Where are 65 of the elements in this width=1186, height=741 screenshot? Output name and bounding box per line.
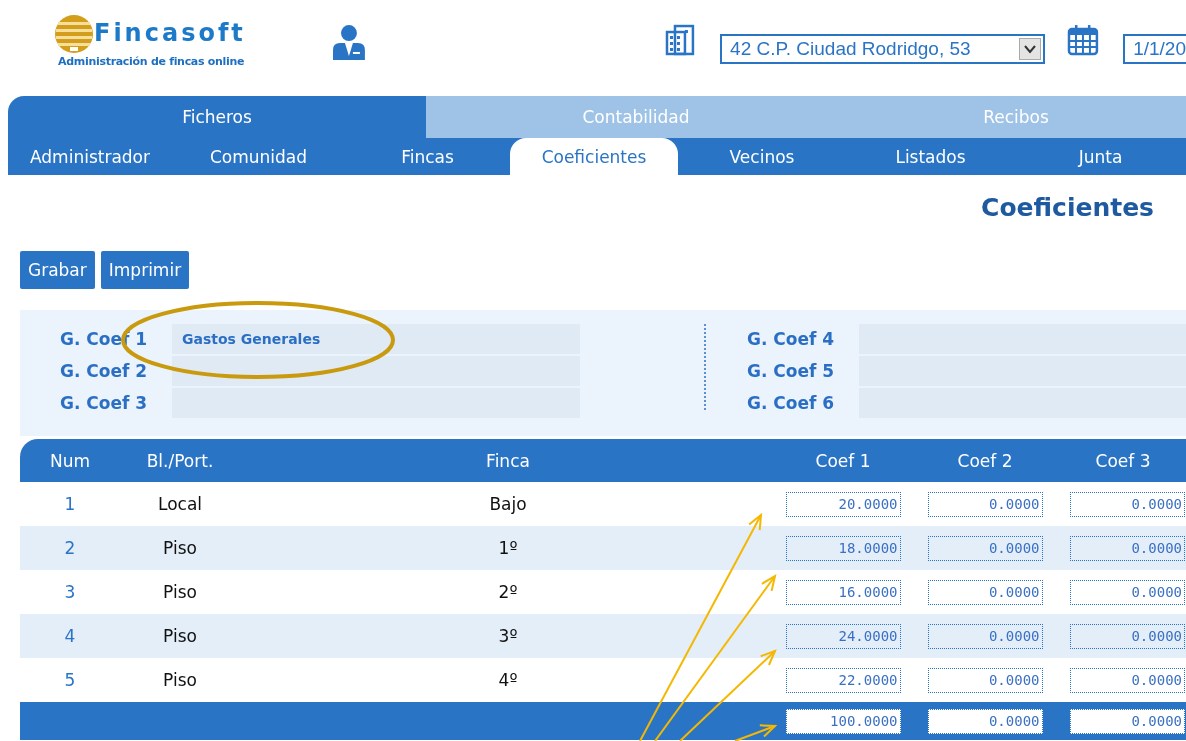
submenu-tab[interactable]: Administrador <box>8 138 172 175</box>
submenu-tab[interactable]: Coeficientes <box>510 138 678 175</box>
coefficient-field[interactable]: 20.0000 <box>785 491 901 517</box>
table-cell: Piso <box>163 670 197 690</box>
group-name-field[interactable]: Gastos Generales <box>172 324 580 354</box>
group-name-field[interactable] <box>172 356 580 386</box>
coefficient-field[interactable]: 0.0000 <box>1070 535 1185 561</box>
coefficient-field[interactable]: 16.0000 <box>785 579 901 605</box>
coefficient-field[interactable]: 0.0000 <box>1070 623 1185 649</box>
date-field[interactable]: 1/1/20 <box>1123 34 1186 64</box>
coefficient-field[interactable]: 0.0000 <box>1070 667 1185 693</box>
table-cell: 2 <box>64 538 76 558</box>
brand-name: Fincasoft <box>94 18 246 48</box>
total-field: 0.0000 <box>927 708 1043 734</box>
table-cell: Local <box>157 494 203 514</box>
coefficient-field[interactable]: 0.0000 <box>927 535 1043 561</box>
group-label: G. Coef 3 <box>60 393 149 413</box>
coefficient-field[interactable]: 0.0000 <box>927 579 1043 605</box>
action-button[interactable]: Grabar <box>20 251 95 289</box>
submenu-tab[interactable]: Comunidad <box>172 138 345 175</box>
caret-icon <box>1019 38 1042 60</box>
table-cell: Piso <box>163 582 197 602</box>
coefficient-field[interactable]: 24.0000 <box>785 623 901 649</box>
total-field: 0.0000 <box>1070 708 1185 734</box>
column-header: Finca <box>485 449 531 473</box>
coefficient-field[interactable]: 22.0000 <box>785 667 901 693</box>
table-cell: Piso <box>163 538 197 558</box>
group-label: G. Coef 4 <box>747 329 836 349</box>
table-cell: Bajo <box>489 494 527 514</box>
submenu-tab[interactable]: Junta <box>1015 138 1186 175</box>
coefficient-field[interactable]: 0.0000 <box>927 491 1043 517</box>
group-label: G. Coef 6 <box>747 393 836 413</box>
column-header: Bl./Port. <box>145 449 215 473</box>
column-header: Coef 2 <box>956 449 1014 473</box>
user-icon[interactable] <box>331 24 368 62</box>
submenu-tab[interactable]: Vecinos <box>678 138 846 175</box>
action-button[interactable]: Imprimir <box>100 251 190 289</box>
building-icon[interactable] <box>665 24 696 56</box>
submenu-tab[interactable]: Fincas <box>345 138 510 175</box>
group-label: G. Coef 5 <box>747 361 836 381</box>
table-cell: 4 <box>64 626 76 646</box>
table-cell: 1 <box>64 494 76 514</box>
group-label: G. Coef 2 <box>60 361 149 381</box>
coefficient-field[interactable]: 18.0000 <box>785 535 901 561</box>
coefficient-field[interactable]: 0.0000 <box>1070 579 1185 605</box>
table-cell: 5 <box>64 670 76 690</box>
table-cell: 3º <box>498 626 518 646</box>
column-header: Coef 3 <box>1094 449 1152 473</box>
column-header: Coef 1 <box>814 449 872 473</box>
page-title: Coeficientes <box>981 193 1154 224</box>
table-cell: 3 <box>64 582 76 602</box>
submenu-tab[interactable]: Listados <box>846 138 1015 175</box>
table-cell: 4º <box>498 670 518 690</box>
coefficient-field[interactable]: 0.0000 <box>1070 491 1185 517</box>
table-cell: 1º <box>498 538 518 558</box>
table-cell: Piso <box>163 626 197 646</box>
menu-tab[interactable]: Ficheros <box>8 96 426 138</box>
total-field: 100.0000 <box>785 708 901 734</box>
column-header: Num <box>48 449 92 473</box>
brand-tagline: Administración de fincas online <box>58 55 246 68</box>
coefficient-field[interactable]: 0.0000 <box>927 667 1043 693</box>
community-select[interactable]: 42 C.P. Ciudad Rodridgo, 53 <box>720 34 1046 64</box>
table-cell: 2º <box>498 582 518 602</box>
coefficient-field[interactable]: 0.0000 <box>927 623 1043 649</box>
calendar-icon[interactable] <box>1067 24 1100 56</box>
